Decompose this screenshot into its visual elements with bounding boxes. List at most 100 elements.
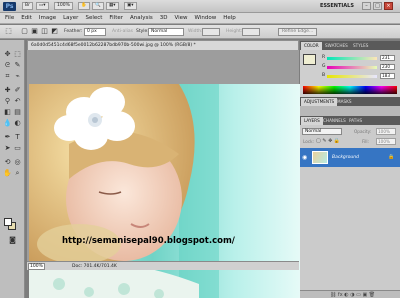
hand-tool-icon[interactable]: ✋ [3, 169, 12, 178]
maximize-button[interactable]: □ [373, 2, 382, 10]
new-selection-icon[interactable]: ▢ [20, 27, 29, 36]
blue-slider[interactable] [327, 75, 377, 78]
foreground-color-swatch[interactable] [4, 218, 12, 226]
menu-analysis[interactable]: Analysis [130, 15, 153, 21]
blue-value-field[interactable]: 183 [380, 73, 395, 79]
layer-actions-icons[interactable]: ⛓ fx ◐ ◑ ▭ ▣ 🗑 [330, 292, 375, 298]
screen-mode-button[interactable]: ▣▾ [124, 2, 137, 10]
refine-edge-button[interactable]: Refine Edge... [278, 28, 318, 36]
tab-adjustments[interactable]: ADJUSTMENTS [301, 98, 338, 106]
dodge-tool-icon[interactable]: ◐ [13, 119, 22, 128]
quick-mask-icon[interactable]: ◙ [8, 236, 17, 245]
menu-edit[interactable]: Edit [21, 15, 32, 21]
close-button[interactable]: × [384, 2, 393, 10]
color-panel: R 231 G 230 B 183 [300, 50, 400, 97]
adjustments-panel [300, 106, 400, 116]
menu-help[interactable]: Help [223, 15, 236, 21]
path-selection-icon[interactable]: ➤ [3, 144, 12, 153]
green-slider[interactable] [327, 66, 377, 69]
tab-color[interactable]: COLOR [301, 42, 322, 50]
menu-filter[interactable]: Filter [109, 15, 123, 21]
layers-panel-tabs: LAYERS CHANNELS PATHS [300, 116, 400, 125]
photoshop-logo: Ps [3, 2, 16, 11]
move-tool-icon[interactable]: ✥ [3, 50, 12, 59]
subtract-selection-icon[interactable]: ◫ [40, 27, 49, 36]
tab-channels[interactable]: CHANNELS [320, 117, 349, 125]
style-select[interactable]: Normal [148, 28, 184, 36]
hand-tool-button[interactable]: ✋ [78, 2, 90, 10]
green-value-field[interactable]: 230 [380, 64, 395, 70]
blur-tool-icon[interactable]: 💧 [3, 119, 12, 128]
lasso-tool-icon[interactable]: ᘓ [3, 61, 12, 70]
zoom-tool-icon[interactable]: ⌕ [13, 169, 22, 178]
width-input[interactable] [202, 28, 220, 36]
green-label: G [322, 64, 326, 69]
tab-swatches[interactable]: SWATCHES [322, 42, 351, 50]
menu-layer[interactable]: Layer [63, 15, 78, 21]
height-label: Height: [226, 29, 243, 34]
eye-icon[interactable]: ◉ [302, 154, 307, 161]
lock-icon: 🔒 [388, 154, 395, 160]
color-spectrum-shade [303, 86, 397, 94]
type-tool-icon[interactable]: T [13, 133, 22, 142]
menu-bar: File Edit Image Layer Select Filter Anal… [0, 13, 400, 24]
fill-label: Fill: [362, 139, 370, 144]
minimize-button[interactable]: – [362, 2, 371, 10]
adjustments-panel-tabs: ADJUSTMENTS MASKS [300, 97, 400, 106]
history-brush-icon[interactable]: ↶ [13, 97, 22, 106]
watermark-url: http://semanisepal90.blogspot.com/ [62, 236, 235, 246]
healing-brush-icon[interactable]: ✚ [3, 86, 12, 95]
height-input[interactable] [242, 28, 260, 36]
blend-mode-select[interactable]: Normal [302, 128, 342, 135]
lock-icons[interactable]: ▢ ✎ ✥ 🔒 [316, 138, 340, 144]
tab-styles[interactable]: STYLES [350, 42, 371, 50]
brush-tool-icon[interactable]: ✐ [13, 86, 22, 95]
menu-select[interactable]: Select [85, 15, 102, 21]
arrange-documents-button[interactable]: ▦▾ [106, 2, 119, 10]
menu-view[interactable]: View [174, 15, 187, 21]
width-label: Width: [188, 29, 203, 34]
3d-orbit-icon[interactable]: ◎ [13, 158, 22, 167]
zoom-percentage-field[interactable]: 100% [28, 263, 45, 270]
layer-row-background[interactable]: ◉ Background 🔒 [300, 148, 400, 167]
application-bar: Ps Br ▭▾ 100% ✋ 🔍 ▦▾ ▣▾ ESSENTIALS – □ × [0, 0, 400, 13]
marquee-preset-icon[interactable]: ⬚ [4, 27, 13, 36]
launch-bridge-button[interactable]: Br [22, 2, 33, 10]
canvas-area[interactable] [27, 50, 303, 298]
document-size-info[interactable]: Doc: 701.4K/701.4K [72, 264, 117, 269]
antialias-checkbox[interactable]: Anti-alias [112, 29, 133, 34]
color-panel-foreground-swatch[interactable] [303, 54, 316, 65]
eyedropper-tool-icon[interactable]: ⌁ [13, 72, 22, 81]
red-value-field[interactable]: 231 [380, 55, 395, 61]
intersect-selection-icon[interactable]: ◩ [50, 27, 59, 36]
3d-rotate-icon[interactable]: ⟲ [3, 158, 12, 167]
red-slider[interactable] [327, 57, 377, 60]
red-label: R [322, 55, 326, 60]
toolbox: ✥ ⬚ ᘓ ✎ ⌗ ⌁ ✚ ✐ ⚲ ↶ ◧ ▤ 💧 ◐ ✒ T ➤ ▭ ⟲ ◎ … [0, 40, 25, 298]
view-extras-button[interactable]: ▭▾ [36, 2, 49, 10]
crop-tool-icon[interactable]: ⌗ [3, 72, 12, 81]
pen-tool-icon[interactable]: ✒ [3, 133, 12, 142]
gradient-tool-icon[interactable]: ▤ [13, 108, 22, 117]
add-selection-icon[interactable]: ▣ [30, 27, 39, 36]
eraser-tool-icon[interactable]: ◧ [3, 108, 12, 117]
clone-stamp-icon[interactable]: ⚲ [3, 97, 12, 106]
quick-selection-icon[interactable]: ✎ [13, 61, 22, 70]
fill-field[interactable]: 100% [376, 138, 396, 145]
menu-window[interactable]: Window [195, 15, 217, 21]
menu-file[interactable]: File [5, 15, 14, 21]
rectangular-marquee-icon[interactable]: ⬚ [13, 50, 22, 59]
menu-image[interactable]: Image [39, 15, 56, 21]
zoom-level-select[interactable]: 100% [54, 2, 73, 10]
options-bar: ⬚ ▢ ▣ ◫ ◩ Feather: 0 px Anti-alias Style… [0, 25, 400, 39]
shape-tool-icon[interactable]: ▭ [13, 144, 22, 153]
opacity-field[interactable]: 100% [376, 128, 396, 135]
tab-masks[interactable]: MASKS [334, 98, 355, 106]
layer-name[interactable]: Background [332, 155, 359, 160]
tab-paths[interactable]: PATHS [346, 117, 365, 125]
feather-input[interactable]: 0 px [84, 28, 106, 36]
workspace-switcher[interactable]: ESSENTIALS [320, 3, 354, 9]
document-tab[interactable]: 6a0d0d5451c4d68f5e0012b62287bdb970b-500w… [27, 40, 299, 50]
zoom-tool-button[interactable]: 🔍 [92, 2, 104, 10]
menu-3d[interactable]: 3D [160, 15, 168, 21]
